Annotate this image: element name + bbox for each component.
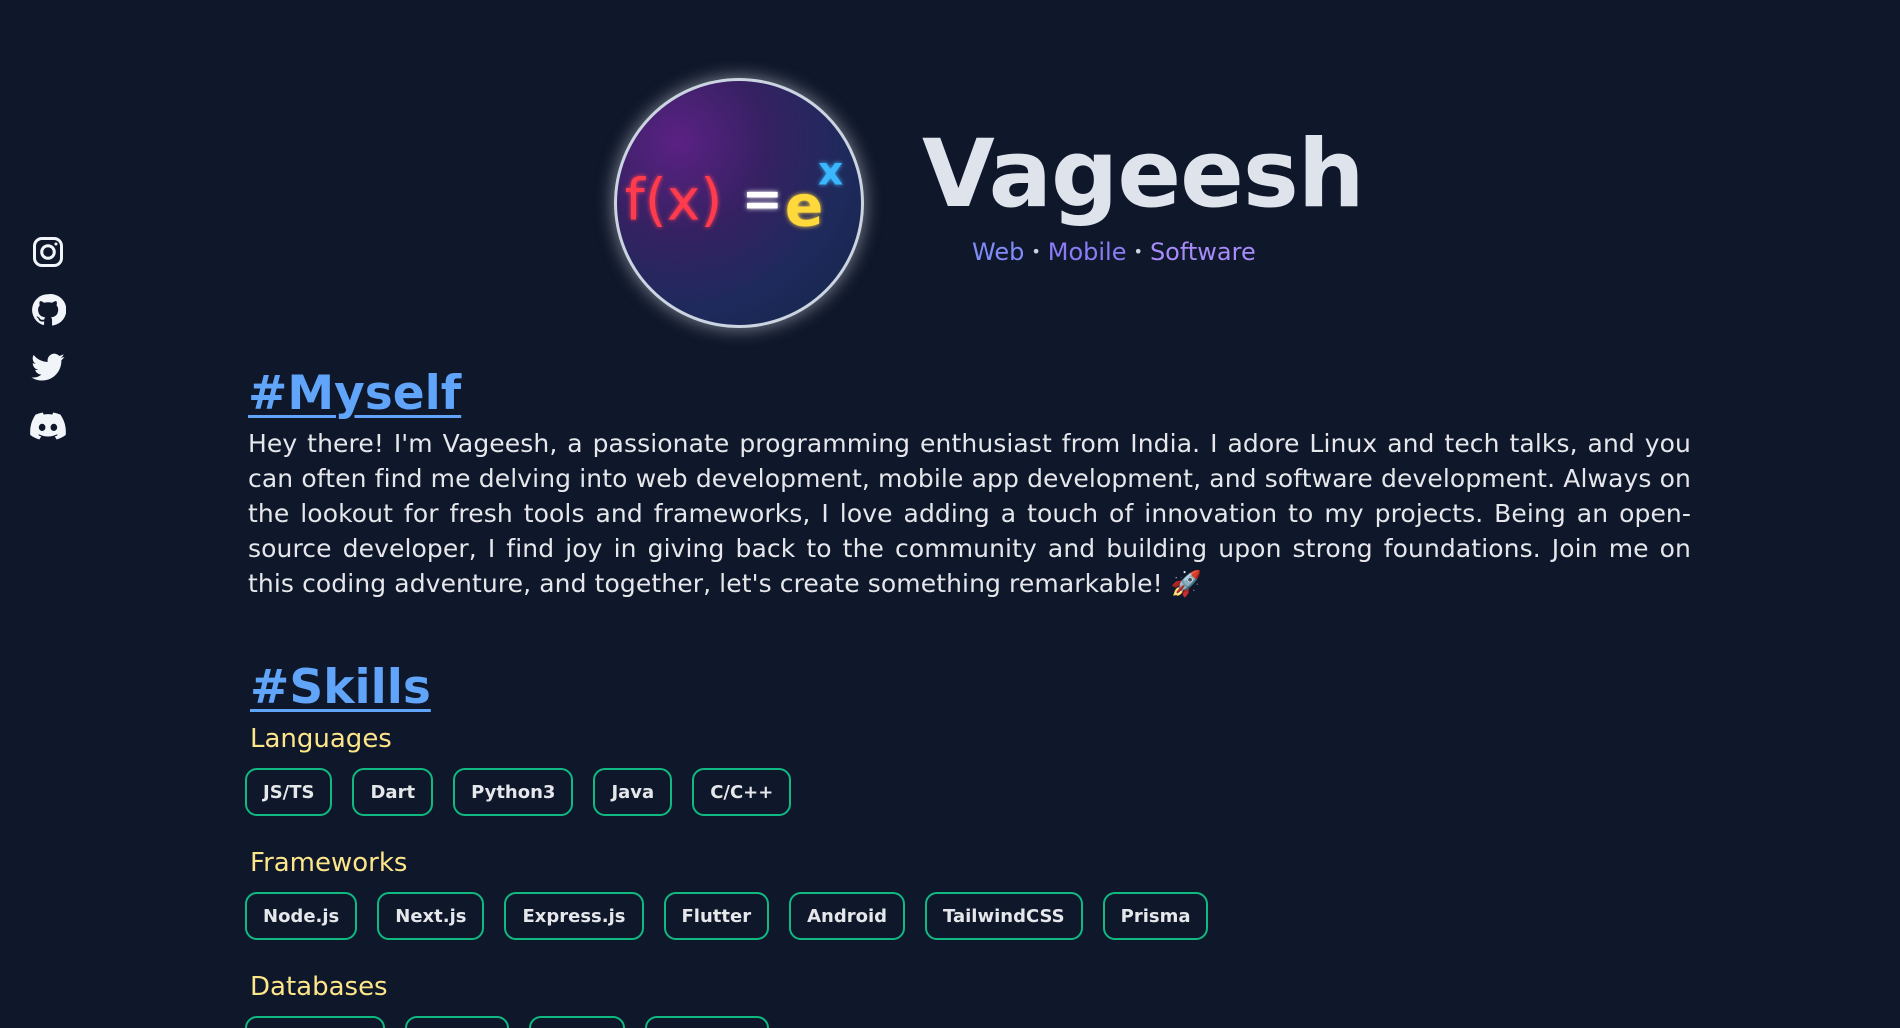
tagline: Web • Mobile • Software — [972, 238, 1256, 266]
databases-label: Databases — [250, 972, 388, 1002]
about-text: Hey there! I'm Vageesh, a passionate pro… — [248, 429, 1691, 598]
skill-chip: Next.js — [377, 892, 485, 940]
tagline-mobile: Mobile — [1047, 238, 1127, 266]
skill-chip: Python3 — [453, 768, 574, 816]
skill-chip: TailwindCSS — [925, 892, 1083, 940]
formula-logo: f(x) = e x — [625, 149, 843, 239]
skill-chip — [245, 1016, 385, 1028]
page-title: Vageesh — [922, 120, 1365, 229]
discord-icon — [30, 412, 66, 440]
skill-chip: Dart — [352, 768, 434, 816]
instagram-icon — [33, 237, 63, 267]
languages-label: Languages — [250, 724, 392, 754]
social-sidebar — [30, 234, 68, 444]
svg-text:x: x — [818, 149, 843, 194]
skill-chip: C/C++ — [692, 768, 792, 816]
frameworks-chips: Node.js Next.js Express.js Flutter Andro… — [245, 892, 1209, 940]
svg-text:=: = — [742, 171, 783, 228]
tagline-separator: • — [1133, 242, 1143, 261]
skill-chip: Express.js — [504, 892, 644, 940]
tagline-software: Software — [1149, 238, 1256, 266]
github-link[interactable] — [30, 292, 68, 328]
twitter-icon — [31, 353, 65, 381]
skill-chip: Android — [789, 892, 906, 940]
skills-heading-link[interactable]: #Skills — [250, 664, 431, 711]
skill-chip — [529, 1016, 625, 1028]
avatar: f(x) = e x — [614, 78, 864, 328]
skill-chip: Flutter — [663, 892, 770, 940]
skill-chip: Prisma — [1102, 892, 1209, 940]
tagline-web: Web — [972, 238, 1025, 266]
databases-chips — [245, 1016, 769, 1028]
discord-link[interactable] — [30, 408, 68, 444]
instagram-link[interactable] — [30, 234, 68, 270]
skill-chip: JS/TS — [245, 768, 333, 816]
myself-heading-link[interactable]: #Myself — [248, 370, 461, 417]
github-icon — [32, 294, 66, 326]
twitter-link[interactable] — [30, 350, 68, 386]
skill-chip: Java — [593, 768, 673, 816]
svg-text:f(x): f(x) — [625, 168, 723, 234]
skill-chip — [645, 1016, 769, 1028]
tagline-separator: • — [1031, 242, 1041, 261]
frameworks-label: Frameworks — [250, 848, 408, 878]
skill-chip: Node.js — [245, 892, 358, 940]
languages-chips: JS/TS Dart Python3 Java C/C++ — [245, 768, 792, 816]
skill-chip — [405, 1016, 509, 1028]
